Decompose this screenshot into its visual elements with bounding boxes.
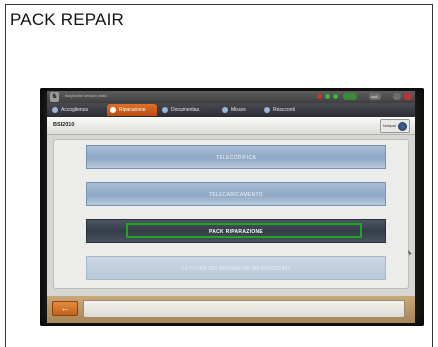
ecu-header: BSI2010 Notepad (47, 117, 415, 135)
tab-label: Rescconti (273, 107, 295, 113)
notepad-label: Notepad (383, 124, 397, 128)
tab-label: Documentaz. (171, 107, 201, 113)
document-icon (162, 107, 168, 113)
menu-item-lettura-parametri[interactable]: LETTURA DEI PARAMETRI MEMORIZZATI (86, 256, 386, 280)
menu-item-telecodifica[interactable]: TELECODIFICA (86, 145, 386, 169)
gauge-icon (222, 107, 228, 113)
title-bar: ♞ diagnostic session data cod. (47, 91, 415, 103)
footer-bar: ← (47, 296, 415, 323)
page-title: PACK REPAIR (10, 10, 124, 29)
monitor-photo: ♞ diagnostic session data cod. Accoglien… (40, 88, 424, 326)
ecu-label: BSI2010 (53, 122, 75, 128)
tab-riparazione[interactable]: Riparazione (107, 104, 157, 116)
tab-documentazione[interactable]: Documentaz. (159, 104, 217, 116)
status-badge: cod. (369, 93, 381, 100)
tab-label: Misure (231, 107, 247, 113)
selection-highlight (126, 223, 362, 238)
menu-panel: TELECODIFICA TELECARICAMENTO PACK RIPARA… (53, 139, 409, 289)
diagnostic-screen: ♞ diagnostic session data cod. Accoglien… (47, 91, 415, 323)
globe-icon (398, 122, 407, 131)
tab-bar: Accoglienza Riparazione Documentaz. Misu… (47, 103, 415, 117)
status-badge (343, 93, 357, 100)
window-title: diagnostic session data (65, 93, 107, 98)
tab-label: Accoglienza (61, 107, 88, 113)
status-green-icon (325, 94, 330, 99)
status-red-icon (317, 94, 322, 99)
menu-item-pack-riparazione[interactable]: PACK RIPARAZIONE (86, 219, 386, 243)
home-icon (52, 107, 58, 113)
tab-misure[interactable]: Misure (219, 104, 259, 116)
report-icon (264, 107, 270, 113)
tab-label: Riparazione (119, 107, 146, 113)
status-green-icon (333, 94, 338, 99)
back-button[interactable]: ← (52, 301, 78, 316)
close-icon[interactable] (404, 93, 412, 100)
wrench-icon (110, 107, 116, 113)
brand-logo-icon: ♞ (50, 92, 59, 102)
tab-resoconti[interactable]: Rescconti (261, 104, 317, 116)
tab-accoglienza[interactable]: Accoglienza (49, 104, 105, 116)
status-badge (393, 93, 401, 100)
notepad-button[interactable]: Notepad (380, 119, 410, 133)
menu-item-telecaricamento[interactable]: TELECARICAMENTO (86, 182, 386, 206)
message-field (83, 300, 405, 318)
